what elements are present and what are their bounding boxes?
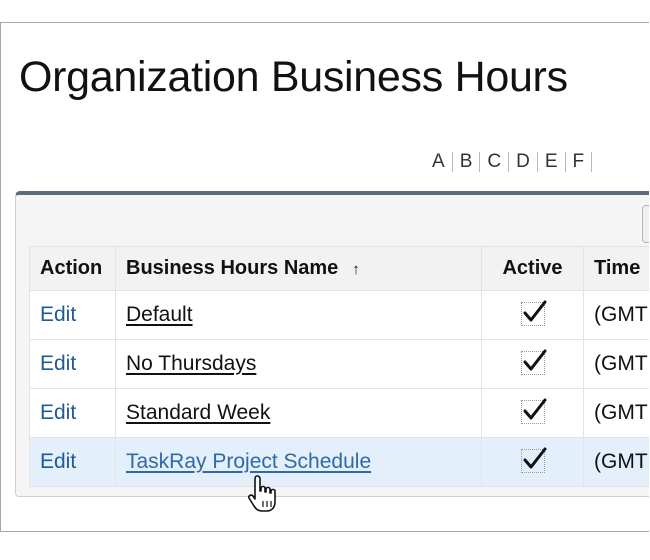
column-header-time[interactable]: Time — [583, 246, 649, 291]
business-hours-name-link[interactable]: No Thursdays — [126, 352, 256, 375]
column-header-active[interactable]: Active — [481, 246, 584, 291]
page-title: Organization Business Hours — [19, 53, 568, 101]
time-zone-cell: (GMT — [583, 290, 649, 340]
time-zone-cell: (GMT — [583, 437, 649, 487]
table-row-hovered: Edit TaskRay Project Schedule (GMT — [29, 437, 649, 487]
table-row: Edit Standard Week (GMT — [29, 388, 649, 438]
alphabet-filter-b[interactable]: B — [453, 151, 480, 173]
table-row: Edit No Thursdays (GMT — [29, 339, 649, 389]
sort-ascending-icon: ↑ — [352, 261, 360, 278]
panel-action-button[interactable] — [642, 205, 649, 243]
alphabet-divider — [591, 152, 593, 172]
action-cell: Edit — [29, 437, 116, 487]
hand-pointer-cursor-icon — [248, 475, 276, 512]
checkmark-icon — [520, 447, 546, 473]
edit-link[interactable]: Edit — [40, 401, 76, 424]
name-cell: TaskRay Project Schedule — [115, 437, 482, 487]
edit-link[interactable]: Edit — [40, 450, 76, 473]
business-hours-table: Action Business Hours Name ↑ Active Time … — [29, 246, 649, 487]
alphabet-filter-f[interactable]: F — [566, 151, 592, 173]
name-cell: No Thursdays — [115, 339, 482, 389]
name-cell: Default — [115, 290, 482, 340]
active-cell — [481, 437, 584, 487]
active-cell — [481, 290, 584, 340]
alphabet-filter-a[interactable]: A — [425, 151, 452, 173]
time-zone-cell: (GMT — [583, 388, 649, 438]
column-header-action: Action — [29, 246, 116, 291]
checkmark-icon — [520, 398, 546, 424]
action-cell: Edit — [29, 290, 116, 340]
action-cell: Edit — [29, 388, 116, 438]
alphabet-filter: A B C D E F — [425, 151, 593, 173]
alphabet-filter-d[interactable]: D — [509, 151, 537, 173]
column-header-name-label: Business Hours Name — [126, 257, 339, 279]
active-cell — [481, 388, 584, 438]
alphabet-filter-c[interactable]: C — [480, 151, 508, 173]
business-hours-name-link[interactable]: TaskRay Project Schedule — [126, 450, 371, 473]
column-header-name[interactable]: Business Hours Name ↑ — [115, 246, 482, 291]
business-hours-name-link[interactable]: Standard Week — [126, 401, 270, 424]
business-hours-name-link[interactable]: Default — [126, 303, 193, 326]
checkmark-icon — [520, 300, 546, 326]
active-cell — [481, 339, 584, 389]
table-header-row: Action Business Hours Name ↑ Active Time — [29, 246, 649, 291]
page-frame: Organization Business Hours A B C D E F … — [0, 22, 649, 532]
action-cell: Edit — [29, 339, 116, 389]
business-hours-list-panel: Action Business Hours Name ↑ Active Time … — [15, 191, 649, 497]
edit-link[interactable]: Edit — [40, 303, 76, 326]
alphabet-filter-e[interactable]: E — [538, 151, 565, 173]
time-zone-cell: (GMT — [583, 339, 649, 389]
edit-link[interactable]: Edit — [40, 352, 76, 375]
table-row: Edit Default (GMT — [29, 290, 649, 340]
name-cell: Standard Week — [115, 388, 482, 438]
checkmark-icon — [520, 349, 546, 375]
